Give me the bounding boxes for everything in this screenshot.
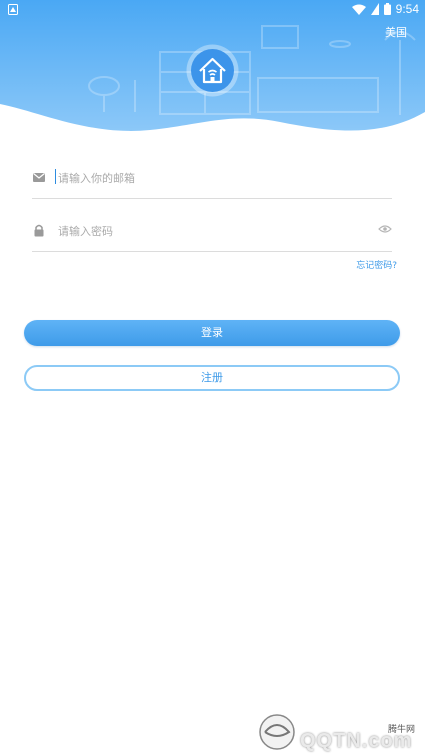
region-selector[interactable]: 美国 (385, 24, 407, 40)
show-password-eye-icon[interactable] (378, 224, 392, 234)
wifi-icon (351, 4, 366, 15)
status-time: 9:54 (395, 2, 419, 16)
password-input[interactable] (56, 219, 360, 243)
register-button[interactable]: 注册 (24, 365, 400, 391)
email-field-row (32, 158, 392, 199)
status-bar: 9:54 (0, 0, 425, 20)
password-field-row (32, 211, 392, 252)
battery-icon (383, 3, 391, 15)
watermark-text: QQTN.com (300, 730, 413, 752)
header-banner: 9:54 美国 (0, 0, 425, 150)
app-logo-house-icon (186, 44, 239, 97)
mail-icon (33, 173, 45, 182)
notification-icon (8, 4, 18, 15)
forgot-password-link[interactable]: 忘记密码? (356, 258, 397, 271)
email-input[interactable] (56, 166, 360, 190)
login-button[interactable]: 登录 (24, 320, 400, 346)
signal-icon (370, 3, 379, 15)
lock-icon (34, 224, 44, 237)
